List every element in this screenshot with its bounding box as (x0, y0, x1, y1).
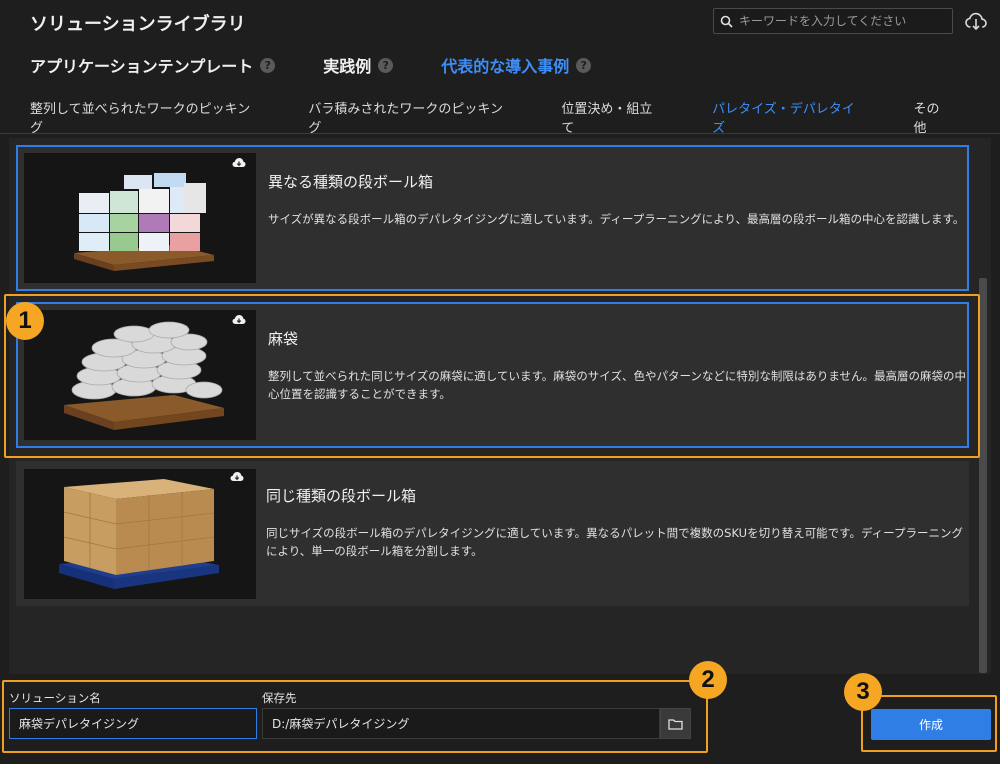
search-input[interactable] (739, 14, 939, 28)
download-icon[interactable] (232, 314, 246, 326)
subtab-positioning-assembly[interactable]: 位置決め・組立て (561, 98, 664, 136)
card-title: 麻袋 (268, 330, 299, 348)
subtab-bin-picking[interactable]: バラ積みされたワークのピッキング (308, 98, 513, 136)
subtab-aligned-picking[interactable]: 整列して並べられたワークのピッキング (30, 98, 260, 136)
card-description: サイズが異なる段ボール箱のデパレタイジングに適しています。ディープラーニングによ… (268, 212, 965, 226)
card-thumbnail (24, 153, 256, 283)
header-divider (0, 133, 1000, 134)
save-path-input[interactable] (262, 708, 660, 739)
browse-folder-button[interactable] (660, 708, 691, 739)
search-box[interactable] (713, 8, 953, 34)
tab-label: アプリケーションテンプレート (30, 57, 254, 76)
save-to-label: 保存先 (262, 691, 297, 705)
tab-case-studies[interactable]: 代表的な導入事例? (441, 53, 592, 77)
card-title: 同じ種類の段ボール箱 (266, 487, 417, 505)
download-icon[interactable] (232, 157, 246, 169)
card-description: 同じサイズの段ボール箱のデパレタイジングに適しています。異なるパレット間で複数の… (266, 526, 963, 558)
card-description: 整列して並べられた同じサイズの麻袋に適しています。麻袋のサイズ、色やパターンなど… (268, 369, 967, 401)
tab-label: 代表的な導入事例 (441, 57, 570, 76)
cloud-download-icon[interactable] (964, 9, 988, 33)
scrollbar[interactable] (979, 278, 987, 673)
help-icon[interactable]: ? (576, 57, 592, 73)
solution-card-sacks[interactable]: 麻袋 整列して並べられた同じサイズの麻袋に適しています。麻袋のサイズ、色やパター… (16, 302, 969, 448)
subtab-palletizing[interactable]: パレタイズ・デパレタイズ (712, 98, 865, 136)
tab-practice-examples[interactable]: 実践例? (323, 53, 394, 77)
create-button[interactable]: 作成 (871, 709, 991, 740)
tab-label: 実践例 (323, 57, 372, 76)
tab-application-templates[interactable]: アプリケーションテンプレート? (30, 53, 276, 77)
help-icon[interactable]: ? (260, 57, 276, 73)
solution-list: 異なる種類の段ボール箱 サイズが異なる段ボール箱のデパレタイジングに適しています… (9, 138, 991, 674)
solution-card-mixed-cartons[interactable]: 異なる種類の段ボール箱 サイズが異なる段ボール箱のデパレタイジングに適しています… (16, 145, 969, 291)
card-thumbnail (24, 469, 256, 599)
folder-icon (668, 718, 683, 730)
solution-name-input[interactable] (9, 708, 257, 739)
main-tabs: アプリケーションテンプレート? 実践例? 代表的な導入事例? (30, 53, 639, 77)
category-tabs: 整列して並べられたワークのピッキング バラ積みされたワークのピッキング 位置決め… (30, 98, 1000, 136)
step-badge-2: 2 (689, 661, 727, 699)
card-thumbnail (24, 310, 256, 440)
solution-card-uniform-cartons[interactable]: 同じ種類の段ボール箱 同じサイズの段ボール箱のデパレタイジングに適しています。異… (16, 461, 969, 606)
download-icon[interactable] (230, 471, 244, 483)
app-title: ソリューションライブラリ (30, 14, 246, 35)
subtab-other[interactable]: その他 (913, 98, 952, 136)
solution-name-label: ソリューション名 (9, 691, 101, 705)
card-title: 異なる種類の段ボール箱 (268, 173, 434, 191)
help-icon[interactable]: ? (378, 57, 394, 73)
step-badge-3: 3 (844, 673, 882, 711)
step-badge-1: 1 (6, 302, 44, 340)
search-icon (720, 15, 733, 28)
